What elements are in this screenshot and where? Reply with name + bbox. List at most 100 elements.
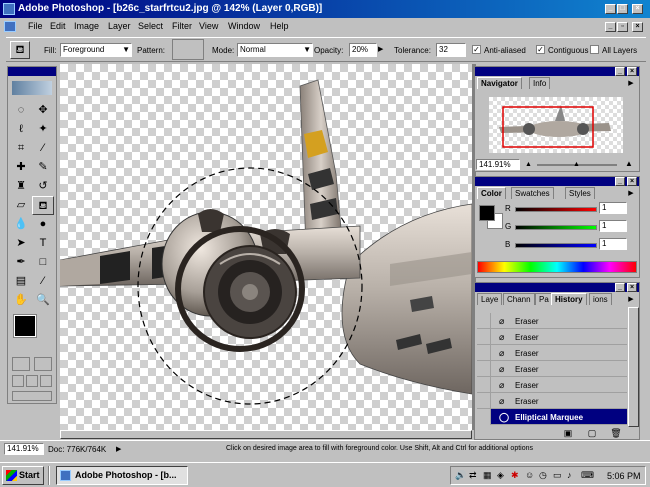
menu-file[interactable]: File — [28, 21, 43, 31]
marquee-tool-icon[interactable]: ◌ — [10, 101, 32, 120]
quick-mask-icon[interactable] — [34, 357, 52, 371]
doc-close-button[interactable]: × — [632, 22, 643, 32]
jump-to-imageready-icon[interactable] — [12, 391, 52, 401]
close-button[interactable]: × — [632, 4, 643, 14]
screen-mode-standard-icon[interactable] — [12, 375, 24, 387]
title-bar[interactable]: Adobe Photoshop - [b26c_starfrtcu2.jpg @… — [0, 0, 650, 18]
start-button[interactable]: Start — [2, 466, 44, 485]
pattern-picker[interactable] — [172, 39, 204, 60]
magic-wand-tool-icon[interactable]: ✦ — [32, 120, 54, 139]
history-item[interactable]: ⌀ Eraser — [477, 361, 627, 377]
panel-menu-arrow-icon[interactable]: ▶ — [625, 295, 637, 305]
hand-tool-icon[interactable]: ✋ — [10, 291, 32, 310]
healing-brush-tool-icon[interactable]: ✚ — [10, 158, 32, 177]
notes-tool-icon[interactable]: ▤ — [10, 272, 32, 291]
pen-tool-icon[interactable]: ✒ — [10, 253, 32, 272]
g-input[interactable]: 1 — [599, 220, 627, 232]
tray-icon-display[interactable]: ▭ — [553, 470, 562, 481]
r-slider[interactable] — [515, 207, 597, 212]
tab-actions[interactable]: ions — [589, 293, 612, 305]
dodge-tool-icon[interactable]: ● — [32, 215, 54, 234]
panel-close-button[interactable]: × — [627, 67, 637, 76]
rectangle-tool-icon[interactable]: □ — [32, 253, 54, 272]
zoom-slider-thumb[interactable]: ▲ — [573, 161, 581, 169]
history-item-selected[interactable]: ◯ Elliptical Marquee — [477, 409, 627, 425]
tray-icon-keyboard[interactable]: ⌨ — [581, 470, 594, 481]
opacity-input[interactable]: 20% — [349, 43, 377, 57]
menu-select[interactable]: Select — [138, 21, 163, 31]
paint-bucket-preset-icon[interactable]: ⛾ — [10, 41, 30, 59]
history-brush-tool-icon[interactable]: ↺ — [32, 177, 54, 196]
tab-layers[interactable]: Laye — [477, 293, 503, 305]
clock[interactable]: 5:06 PM — [607, 471, 641, 481]
tab-navigator[interactable]: Navigator — [477, 77, 522, 89]
tray-icon-printer[interactable]: ▦ — [483, 470, 492, 481]
standard-mode-icon[interactable] — [12, 357, 30, 371]
menu-edit[interactable]: Edit — [50, 21, 66, 31]
doc-minimize-button[interactable]: _ — [605, 22, 616, 32]
tray-icon-scheduler[interactable]: ◷ — [539, 470, 547, 481]
b-slider[interactable] — [515, 243, 597, 248]
panel-close-button[interactable]: × — [627, 177, 637, 186]
b-input[interactable]: 1 — [599, 238, 627, 250]
color-foreground-swatch[interactable] — [479, 205, 495, 221]
panel-minimize-button[interactable]: _ — [615, 67, 625, 76]
new-snapshot-icon[interactable]: ▢ — [585, 428, 599, 439]
all-layers-checkbox[interactable] — [590, 45, 599, 54]
tray-icon-messenger[interactable]: ☺ — [525, 470, 534, 480]
eraser-tool-icon[interactable]: ▱ — [10, 196, 32, 215]
slice-tool-icon[interactable]: ⁄ — [32, 139, 54, 158]
tolerance-input[interactable]: 32 — [436, 43, 466, 57]
history-scrollbar[interactable] — [628, 307, 639, 427]
tab-channels[interactable]: Chann — [503, 293, 535, 305]
history-item[interactable]: ⌀ Eraser — [477, 313, 627, 329]
panel-minimize-button[interactable]: _ — [615, 283, 625, 292]
crop-tool-icon[interactable]: ⌗ — [10, 139, 32, 158]
menu-image[interactable]: Image — [74, 21, 99, 31]
panel-menu-arrow-icon[interactable]: ▶ — [625, 79, 637, 89]
menu-help[interactable]: Help — [270, 21, 289, 31]
fill-select[interactable]: Foreground ▼ — [60, 43, 132, 57]
document-canvas[interactable] — [60, 64, 472, 430]
clone-stamp-tool-icon[interactable]: ♜ — [10, 177, 32, 196]
brush-tool-icon[interactable]: ✎ — [32, 158, 54, 177]
panel-menu-arrow-icon[interactable]: ▶ — [625, 189, 637, 199]
doc-restore-button[interactable]: ▫ — [617, 22, 628, 32]
tray-icon-network[interactable]: ⇄ — [469, 470, 477, 481]
paint-bucket-tool-icon[interactable]: ⛾ — [32, 196, 54, 215]
new-document-icon[interactable]: ▣ — [561, 428, 575, 439]
tab-swatches[interactable]: Swatches — [511, 187, 554, 199]
zoom-out-icon[interactable]: ▲ — [525, 161, 535, 169]
panel-close-button[interactable]: × — [627, 283, 637, 292]
navigator-zoom-input[interactable]: 141.91% — [476, 159, 520, 170]
history-item[interactable]: ⌀ Eraser — [477, 329, 627, 345]
history-item[interactable]: ⌀ Eraser — [477, 345, 627, 361]
panel-minimize-button[interactable]: _ — [615, 177, 625, 186]
color-ramp[interactable] — [477, 261, 637, 273]
type-tool-icon[interactable]: T — [32, 234, 54, 253]
menu-filter[interactable]: Filter — [172, 21, 192, 31]
menu-window[interactable]: Window — [228, 21, 260, 31]
mode-select[interactable]: Normal ▼ — [237, 43, 313, 57]
zoom-tool-icon[interactable]: 🔍 — [32, 291, 54, 310]
minimize-button[interactable]: _ — [605, 4, 616, 14]
menu-layer[interactable]: Layer — [108, 21, 131, 31]
g-slider[interactable] — [515, 225, 597, 230]
eyedropper-tool-icon[interactable]: ⁄ — [32, 272, 54, 291]
doc-info-arrow-icon[interactable]: ▶ — [116, 445, 121, 453]
tray-icon-alert[interactable]: ✱ — [511, 470, 519, 481]
history-item[interactable]: ⌀ Eraser — [477, 393, 627, 409]
horizontal-scrollbar[interactable] — [60, 430, 472, 439]
zoom-in-icon[interactable]: ▲ — [625, 159, 637, 169]
screen-mode-full-icon[interactable] — [40, 375, 52, 387]
tray-icon-volume[interactable]: ♪ — [567, 470, 572, 480]
navigator-thumbnail[interactable] — [489, 97, 623, 153]
move-tool-icon[interactable]: ✥ — [32, 101, 54, 120]
toolbox-caption[interactable] — [8, 67, 56, 76]
tab-history[interactable]: History — [551, 293, 587, 305]
menu-view[interactable]: View — [199, 21, 218, 31]
foreground-color-swatch[interactable] — [13, 314, 37, 338]
screen-mode-full-menu-icon[interactable] — [26, 375, 38, 387]
status-zoom-input[interactable]: 141.91% — [4, 443, 44, 455]
trash-icon[interactable]: 🗑 — [609, 428, 623, 439]
